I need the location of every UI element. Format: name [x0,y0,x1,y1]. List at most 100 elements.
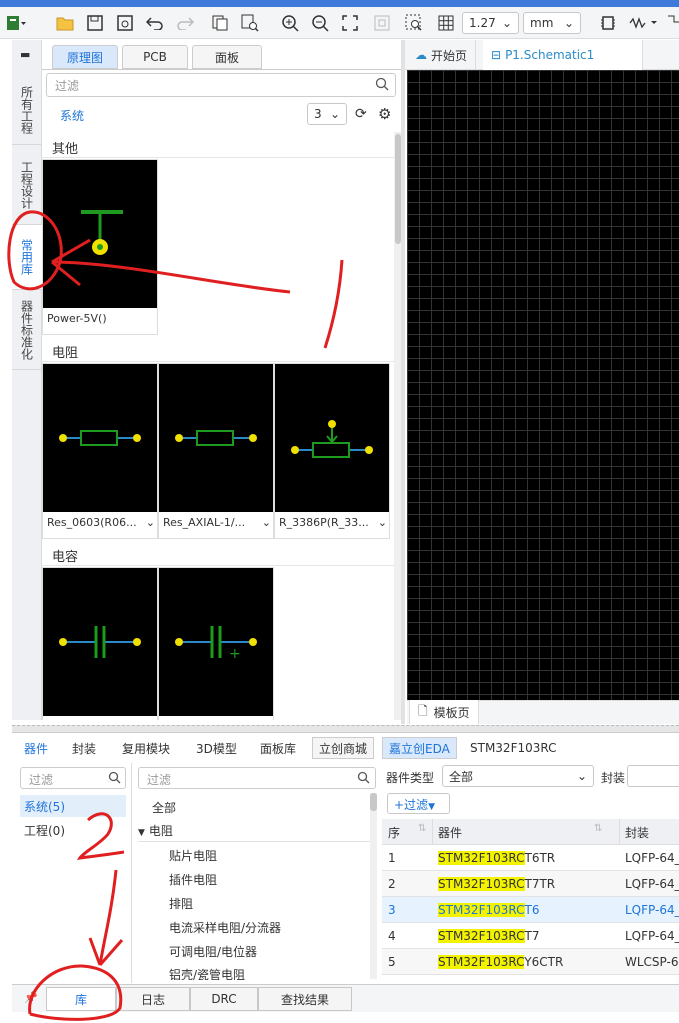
tab-devices[interactable]: 器件 [18,737,54,759]
tree-item[interactable]: 排阻 [169,895,193,912]
chevron-down-icon: ⌄ [329,107,340,121]
tab-template-page[interactable]: 🗋 模板页 [409,700,479,724]
tree-filter-input[interactable]: 过滤 [138,767,376,789]
scrollbar-thumb[interactable] [370,793,377,811]
tree-item[interactable]: 铝壳/瓷管电阻 [169,966,245,980]
row-device-match: STM32F103RC [438,876,525,891]
filter-button[interactable]: +过滤▼ [387,793,450,814]
tree-item[interactable]: 贴片电阻 [169,847,217,864]
source-project[interactable]: 工程(0) [24,822,65,839]
header-package[interactable]: 封装 [625,824,649,841]
search-icon[interactable] [108,771,121,787]
table-row[interactable]: 5 STM32F103RCY6CTR WLCSP-6 [382,949,679,975]
zoom-out-icon[interactable] [310,13,330,33]
row-package: WLCSP-6 [625,954,679,969]
library-card[interactable]: Power-5V() [42,159,158,335]
table-header: 序 ⇅ 器件 ⇅ 封装 [382,819,679,845]
tab-schematic[interactable]: 原理图 [52,45,118,69]
device-type-select[interactable]: 全部 ⌄ [442,765,594,787]
vertical-tab-bar: ▬ 所有工程 工程设计 常用库 器件标准化 [12,40,42,720]
columns-value: 3 [314,107,322,121]
row-package: LQFP-64_ [625,876,679,891]
save-as-icon[interactable] [115,13,135,33]
tab-log[interactable]: 日志 [116,987,190,1011]
tab-footprints[interactable]: 封装 [66,737,102,759]
grid-icon[interactable] [436,13,456,33]
vtab-device-standardization[interactable]: 器件标准化 [12,290,42,370]
grid-size-select[interactable]: 1.27 ⌄ [462,12,519,34]
columns-select[interactable]: 3 ⌄ [307,103,347,125]
pin-icon[interactable]: 📌 [24,991,38,1004]
tree-scrollbar[interactable] [370,793,377,979]
sort-icon[interactable]: ⇅ [594,823,602,834]
more-tool-icon[interactable] [664,13,679,33]
filter-placeholder: 过滤 [29,773,54,787]
tab-drc[interactable]: DRC [190,987,258,1011]
table-row-selected[interactable]: 3 STM32F103RCT6 LQFP-64_ [382,897,679,923]
tree-item-resistor[interactable]: ▼ 电阻 [138,822,173,839]
folder-icon[interactable] [55,13,75,33]
library-card[interactable]: R_3386P(R_33... ⌄ [274,363,390,539]
tree-item[interactable]: 可调电阻/电位器 [169,943,257,960]
tab-reuse-modules[interactable]: 复用模块 [116,737,176,759]
table-row[interactable]: 1 STM32F103RCT6TR LQFP-64_ [382,845,679,871]
card-label: Power-5V() [47,312,107,325]
zoom-in-icon[interactable] [280,13,300,33]
tree-item[interactable]: 电流采样电阻/分流器 [169,919,281,936]
copy-icon[interactable] [210,13,230,33]
tree-item-all[interactable]: 全部 [152,799,176,816]
source-system[interactable]: 系统(5) [20,795,126,817]
fit-icon[interactable] [340,13,360,33]
tab-lcsc[interactable]: 立创商城 [312,737,375,759]
tab-panel[interactable]: 面板 [192,45,262,69]
table-row[interactable]: 4 STM32F103RCT7 LQFP-64_ [382,923,679,949]
gear-icon[interactable]: ⚙ [378,105,391,123]
library-source[interactable]: 系统 [60,107,84,124]
unit-select[interactable]: mm ⌄ [523,12,581,34]
find-icon[interactable] [240,13,260,33]
canvas-area: ☁ 开始页 ⊟ P1.Schematic1 🗋 模板页 [405,40,679,724]
header-device[interactable]: 器件 [438,824,462,841]
library-card[interactable] [42,567,158,720]
tab-library[interactable]: 库 [46,987,116,1011]
tab-start-page[interactable]: ☁ 开始页 [407,40,477,70]
zoom-area-icon[interactable] [404,13,424,33]
search-icon[interactable] [375,77,389,94]
library-card[interactable]: + [158,567,274,720]
library-card[interactable]: Res_AXIAL-1/... ⌄ [158,363,274,539]
tab-search-query[interactable]: STM32F103RC [464,737,563,759]
panel-splitter[interactable] [12,725,679,732]
chevron-down-icon[interactable]: ⌄ [146,516,155,529]
sort-icon[interactable]: ⇅ [418,823,426,834]
vtab-common-library[interactable]: 常用库 [12,225,42,290]
chip-icon[interactable] [598,13,618,33]
tab-schematic-document[interactable]: ⊟ P1.Schematic1 [483,40,643,70]
search-icon[interactable] [357,771,370,787]
pin-icon[interactable]: ▬ [20,48,30,61]
header-seq[interactable]: 序 [388,824,400,841]
device-type-value: 全部 [449,769,474,784]
chevron-down-icon[interactable]: ⌄ [262,516,271,529]
tab-jlceda[interactable]: 嘉立创EDA [382,737,457,759]
vtab-all-projects[interactable]: 所有工程 [12,75,42,145]
table-row[interactable]: 2 STM32F103RCT7TR LQFP-64_ [382,871,679,897]
save-icon[interactable] [85,13,105,33]
chevron-down-icon[interactable]: ⌄ [378,516,387,529]
refresh-icon[interactable]: ⟳ [355,106,367,122]
tab-panel-library[interactable]: 面板库 [254,737,302,759]
package-input[interactable] [627,765,679,787]
svg-text:+: + [229,646,241,662]
library-filter-input[interactable]: 过滤 [46,73,396,97]
tab-3d-models[interactable]: 3D模型 [190,737,243,759]
wave-icon[interactable] [628,13,660,33]
logo-icon[interactable] [4,13,30,33]
schematic-canvas[interactable] [407,70,679,700]
tree-item[interactable]: 插件电阻 [169,871,217,888]
tab-find-results[interactable]: 查找结果 [258,987,352,1011]
undo-icon[interactable] [145,13,165,33]
fit-selection-icon [372,13,392,33]
library-card[interactable]: Res_0603(R06... ⌄ [42,363,158,539]
tab-pcb[interactable]: PCB [122,45,188,69]
row-device-match: STM32F103RC [438,850,525,865]
vtab-project-design[interactable]: 工程设计 [12,145,42,225]
